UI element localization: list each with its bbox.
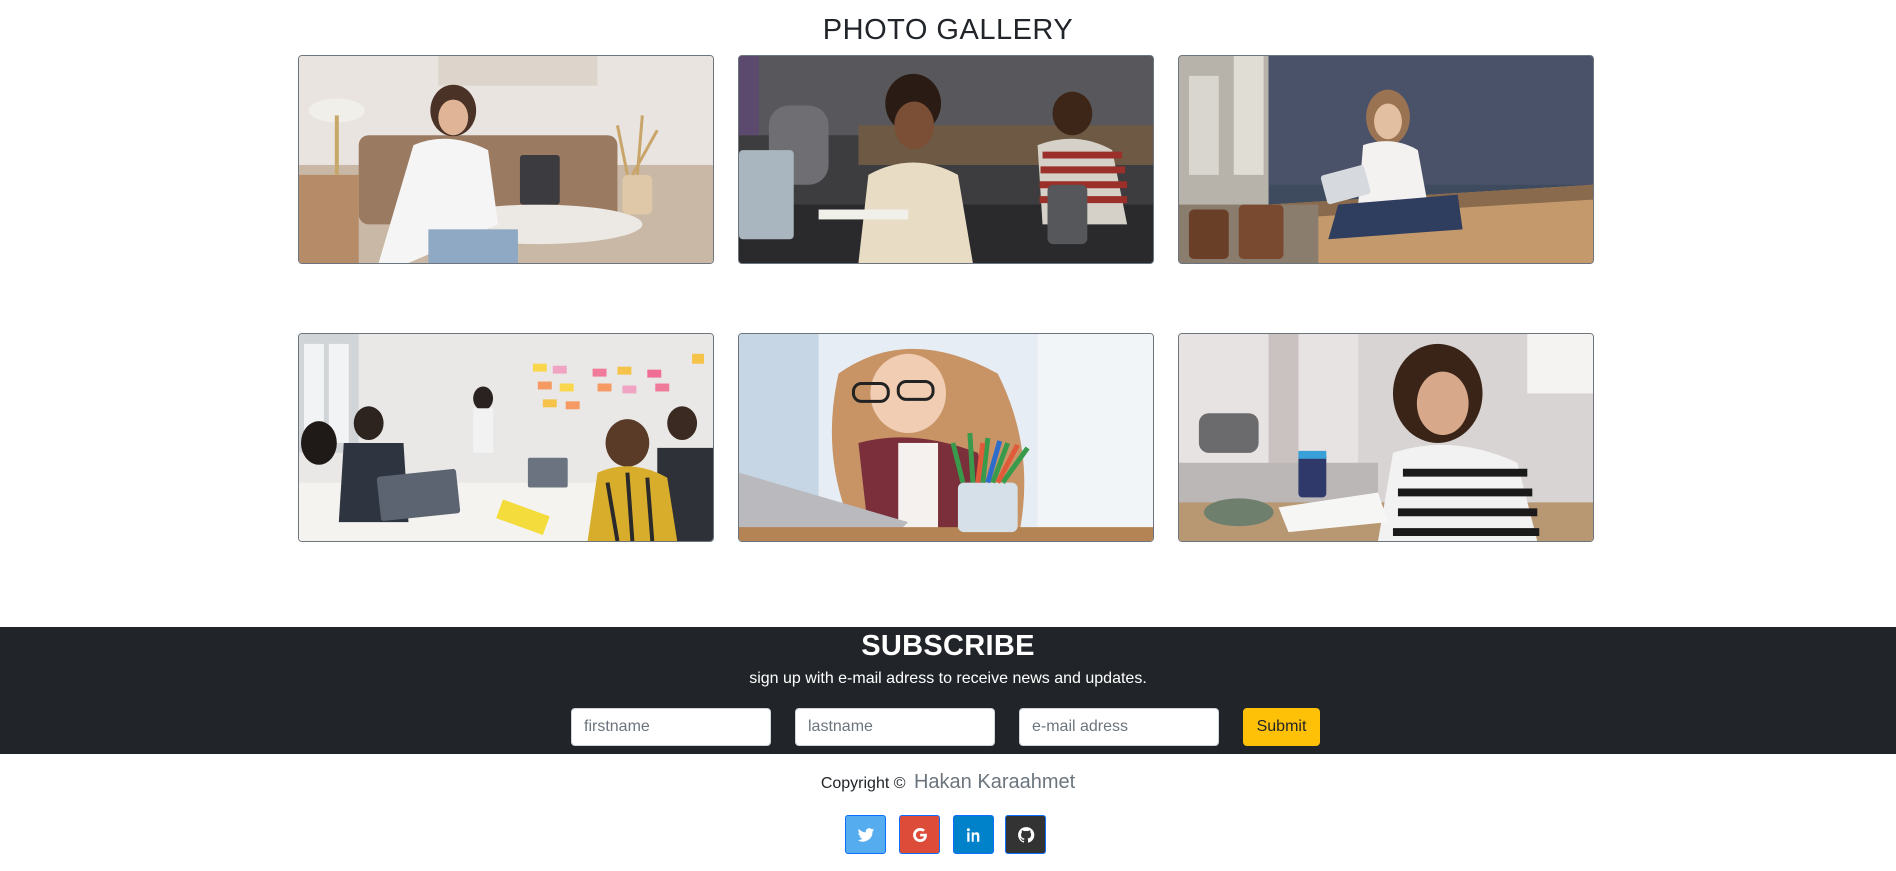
linkedin-icon: [966, 827, 979, 842]
gallery-photo[interactable]: [1178, 333, 1594, 542]
gallery-photo[interactable]: [298, 333, 714, 542]
linkedin-button[interactable]: [953, 815, 994, 854]
google-button[interactable]: [899, 815, 940, 854]
gallery-photo[interactable]: [738, 55, 1154, 264]
google-icon: [912, 827, 927, 842]
photo-smiling-student-image: [1179, 334, 1593, 541]
github-button[interactable]: [1005, 815, 1046, 854]
lastname-input[interactable]: [795, 708, 995, 746]
author-name: Hakan Karaahmet: [913, 771, 1076, 793]
photo-woman-writing-image: [299, 56, 713, 263]
copyright: Copyright © Hakan Karaahmet: [0, 771, 1896, 794]
gallery-title: PHOTO GALLERY: [822, 14, 1074, 46]
firstname-input[interactable]: [571, 708, 771, 746]
gallery-photo[interactable]: [298, 55, 714, 264]
subscribe-title: SUBSCRIBE: [861, 630, 1035, 662]
twitter-button[interactable]: [845, 815, 886, 854]
gallery-photo[interactable]: [1178, 55, 1594, 264]
github-icon: [1017, 826, 1034, 843]
gallery-photo[interactable]: [738, 333, 1154, 542]
submit-button[interactable]: Submit: [1243, 708, 1320, 746]
photo-team-meeting-image: [299, 334, 713, 541]
photo-woman-laptop-bench-image: [1179, 56, 1593, 263]
copyright-label: Copyright ©: [820, 775, 906, 792]
email-input[interactable]: [1019, 708, 1219, 746]
subscribe-subtitle: sign up with e-mail adress to receive ne…: [749, 670, 1147, 687]
subscribe-section: SUBSCRIBE sign up with e-mail adress to …: [0, 627, 1896, 754]
photo-student-pencil-image: [739, 334, 1153, 541]
twitter-icon: [857, 827, 874, 842]
photo-call-center-image: [739, 56, 1153, 263]
